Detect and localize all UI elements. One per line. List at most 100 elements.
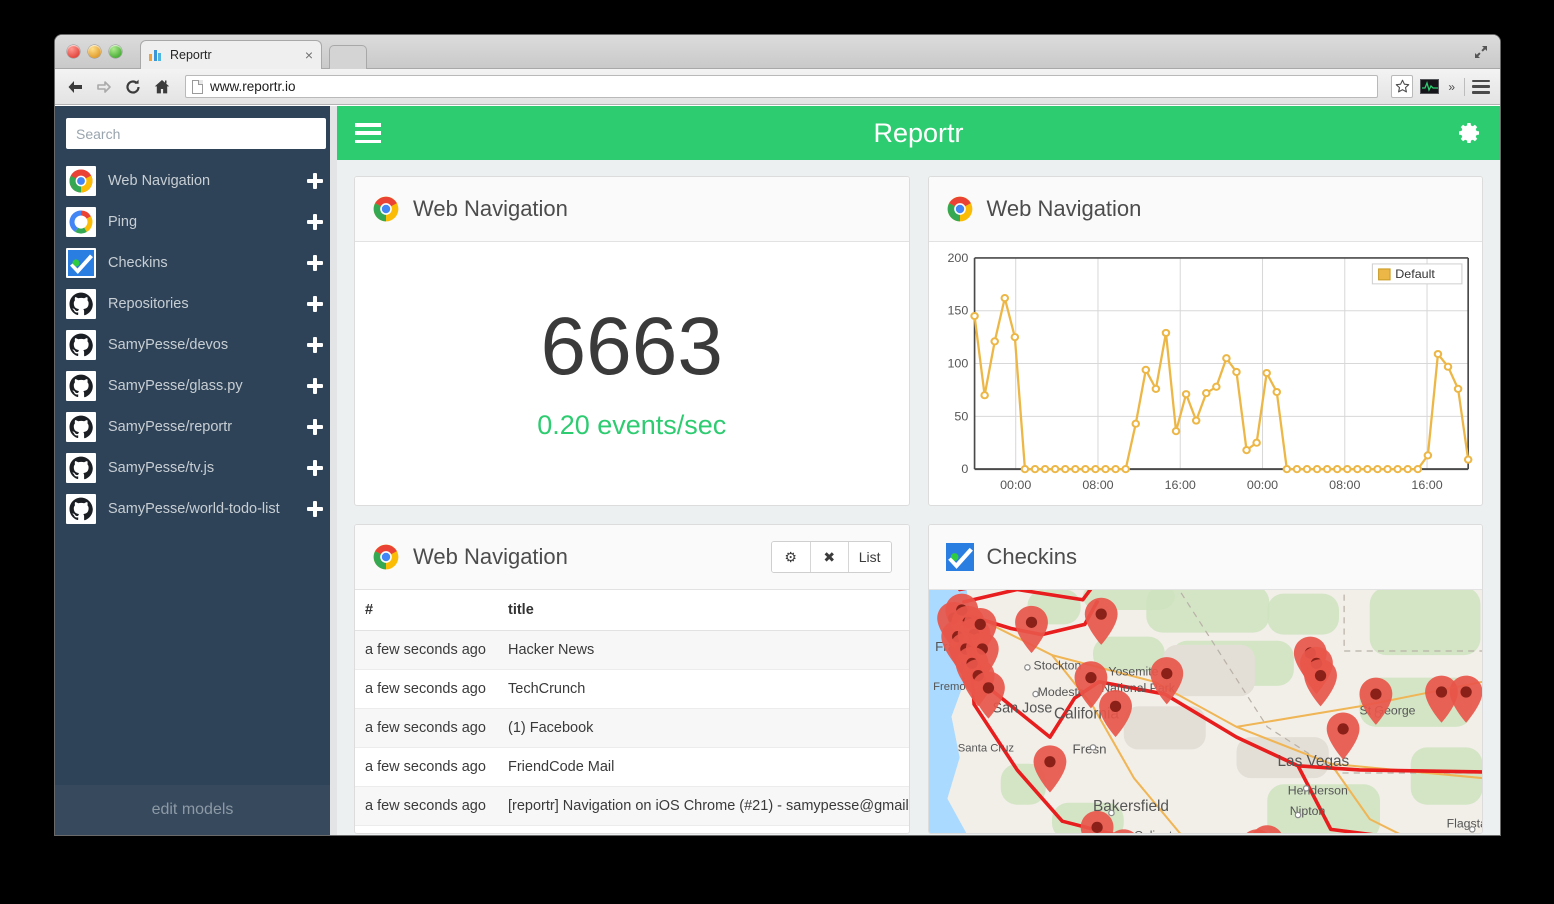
- add-icon[interactable]: [307, 295, 323, 312]
- browser-tab-strip: Reportr ×: [55, 35, 1500, 69]
- svg-text:Santa Cruz: Santa Cruz: [957, 742, 1014, 754]
- gear-icon[interactable]: [1458, 121, 1482, 145]
- counter-body: 6663 0.20 events/sec: [355, 242, 909, 505]
- add-icon[interactable]: [307, 418, 323, 435]
- panel-header: Web Navigation: [928, 177, 1482, 242]
- events-table: # title a few seconds ago Hacker News a …: [355, 590, 909, 826]
- add-icon[interactable]: [307, 459, 323, 476]
- line-chart: 0 50 100 150 200 00:00 08:00 16:00 00:00 08:00 16:…: [947, 251, 1472, 492]
- close-button[interactable]: ✖: [809, 542, 848, 572]
- sidebar-item-web-navigation[interactable]: Web Navigation: [55, 160, 337, 201]
- panel-header: Web Navigation: [355, 177, 909, 242]
- bookmark-star-icon[interactable]: [1391, 75, 1414, 98]
- add-icon[interactable]: [307, 336, 323, 353]
- extension-pulse-icon[interactable]: [1420, 79, 1440, 94]
- add-icon[interactable]: [307, 254, 323, 271]
- panel-header: Web Navigation ⚙ ✖ List: [355, 525, 909, 590]
- reload-icon[interactable]: [123, 77, 143, 97]
- browser-tab-title: Reportr: [170, 48, 212, 62]
- chrome-icon: [372, 543, 400, 571]
- home-icon[interactable]: [152, 77, 172, 97]
- column-header-title[interactable]: title: [498, 590, 909, 631]
- map-body[interactable]: FranFremoSanta CruzSan JoseStocktonModes…: [928, 590, 1483, 833]
- svg-text:50: 50: [954, 410, 968, 424]
- settings-button[interactable]: ⚙: [771, 542, 810, 572]
- checkins-map[interactable]: FranFremoSanta CruzSan JoseStocktonModes…: [928, 590, 1483, 833]
- add-icon[interactable]: [307, 377, 323, 394]
- sidebar-item-glass-py[interactable]: SamyPesse/glass.py: [55, 365, 337, 406]
- forward-icon[interactable]: [94, 77, 114, 97]
- zoom-window-button[interactable]: [109, 45, 122, 58]
- sidebar-item-label: Checkins: [108, 254, 168, 271]
- search-input[interactable]: [66, 118, 326, 149]
- table-row[interactable]: a few seconds ago Hacker News: [355, 630, 909, 670]
- svg-text:08:00: 08:00: [1329, 478, 1360, 492]
- svg-text:100: 100: [947, 357, 968, 371]
- svg-text:San Jose: San Jose: [992, 701, 1052, 717]
- hamburger-icon[interactable]: [355, 123, 381, 143]
- cell-title: (1) Facebook: [498, 708, 909, 748]
- svg-text:150: 150: [947, 304, 968, 318]
- add-icon[interactable]: [307, 500, 323, 517]
- back-icon[interactable]: [65, 77, 85, 97]
- github-icon: [66, 370, 96, 401]
- close-window-button[interactable]: [67, 45, 80, 58]
- svg-text:00:00: 00:00: [1246, 478, 1277, 492]
- panel-title: Web Navigation: [413, 544, 568, 569]
- list-button[interactable]: List: [847, 542, 891, 572]
- svg-text:Fresn: Fresn: [1072, 742, 1106, 757]
- counter-rate: 0.20 events/sec: [537, 410, 727, 440]
- close-icon[interactable]: ×: [305, 48, 313, 62]
- table-row[interactable]: a few seconds ago FriendCode Mail: [355, 747, 909, 787]
- search-container: [55, 106, 337, 155]
- github-icon: [66, 493, 96, 524]
- github-icon: [66, 411, 96, 442]
- ping-ring-icon: [66, 206, 96, 237]
- panel-button-group: ⚙ ✖ List: [770, 541, 892, 573]
- sidebar-item-devos[interactable]: SamyPesse/devos: [55, 324, 337, 365]
- github-icon: [66, 329, 96, 360]
- browser-tab[interactable]: Reportr ×: [140, 40, 322, 69]
- github-icon: [66, 288, 96, 319]
- sidebar-item-label: SamyPesse/tv.js: [108, 459, 215, 476]
- overflow-chevron-icon[interactable]: »: [1446, 80, 1457, 94]
- cell-time: a few seconds ago: [355, 747, 498, 787]
- svg-text:Default: Default: [1395, 267, 1435, 281]
- table-row[interactable]: a few seconds ago (1) Facebook: [355, 708, 909, 748]
- window-traffic-lights: [67, 45, 122, 58]
- cell-title: FriendCode Mail: [498, 747, 909, 787]
- sidebar-item-tv-js[interactable]: SamyPesse/tv.js: [55, 447, 337, 488]
- table-row[interactable]: a few seconds ago [reportr] Navigation o…: [355, 786, 909, 826]
- sidebar-item-world-todo-list[interactable]: SamyPesse/world-todo-list: [55, 488, 337, 529]
- sidebar-item-label: Web Navigation: [108, 172, 211, 189]
- map-panel: Checkins FranFremoSanta CruzSan JoseStoc…: [927, 524, 1483, 834]
- checkmark-icon: [66, 247, 96, 278]
- column-header-time[interactable]: #: [355, 590, 498, 631]
- sidebar-item-checkins[interactable]: Checkins: [55, 242, 337, 283]
- chrome-icon: [946, 195, 974, 223]
- panel-header: Checkins: [928, 525, 1482, 590]
- sidebar-item-label: SamyPesse/world-todo-list: [108, 500, 280, 517]
- browser-menu-icon[interactable]: [1472, 79, 1490, 94]
- svg-text:16:00: 16:00: [1411, 478, 1442, 492]
- cell-time: a few seconds ago: [355, 708, 498, 748]
- toolbar-divider: [1464, 77, 1465, 96]
- sidebar-scrollbar[interactable]: [330, 106, 337, 835]
- sidebar-item-reportr[interactable]: SamyPesse/reportr: [55, 406, 337, 447]
- checkmark-icon: [945, 543, 974, 571]
- new-tab-button[interactable]: [329, 45, 367, 69]
- browser-window: Reportr × www.reportr.io » Search Web Na…: [55, 35, 1500, 835]
- edit-models-button[interactable]: edit models: [55, 785, 330, 835]
- svg-text:Flagsta: Flagsta: [1446, 816, 1482, 830]
- add-icon[interactable]: [307, 213, 323, 230]
- add-icon[interactable]: [307, 172, 323, 189]
- address-bar[interactable]: www.reportr.io: [185, 75, 1379, 98]
- cell-title: Hacker News: [498, 630, 909, 670]
- sidebar-item-ping[interactable]: Ping: [55, 201, 337, 242]
- maximize-icon[interactable]: [1472, 43, 1490, 61]
- minimize-window-button[interactable]: [88, 45, 101, 58]
- table-body: # title a few seconds ago Hacker News a …: [355, 590, 909, 833]
- sidebar-item-repositories[interactable]: Repositories: [55, 283, 337, 324]
- table-row[interactable]: a few seconds ago TechCrunch: [355, 669, 909, 709]
- chrome-icon: [66, 165, 96, 196]
